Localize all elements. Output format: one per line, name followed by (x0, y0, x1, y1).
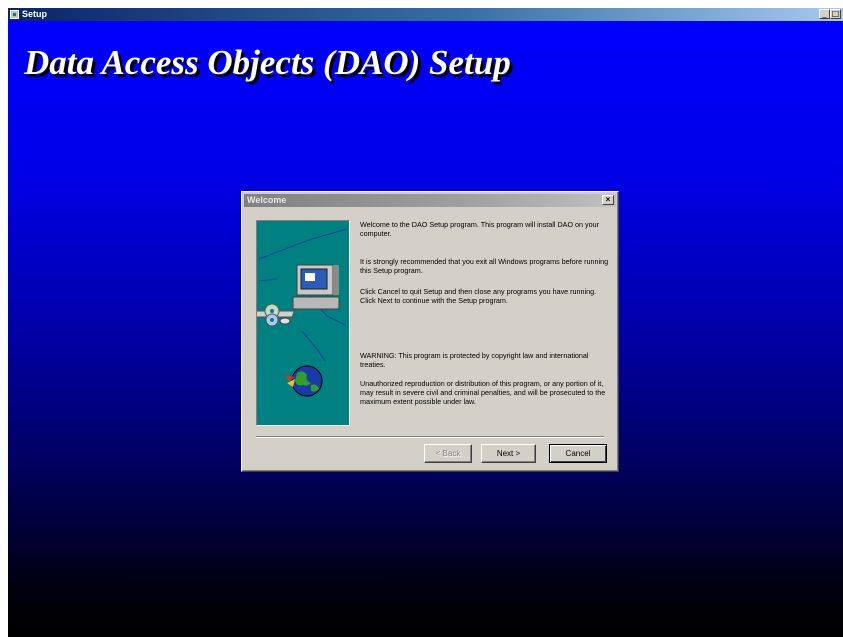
legal-paragraph: Unauthorized reproduction or distributio… (360, 379, 606, 406)
instructions-paragraph: Click Cancel to quit Setup and then clos… (360, 287, 597, 305)
recommend-paragraph: It is strongly recommended that you exit… (360, 257, 609, 275)
welcome-paragraph: Welcome to the DAO Setup program. This p… (360, 220, 600, 238)
next-button[interactable]: Next > (481, 444, 536, 463)
setup-window: Setup _ □ Data Access Objects (DAO) Setu… (8, 8, 843, 637)
warning-paragraph: WARNING: This program is protected by co… (360, 351, 589, 369)
dialog-close-button[interactable]: × (602, 195, 614, 205)
setup-side-panel (256, 220, 350, 426)
back-button[interactable]: < Back (424, 444, 472, 463)
minimize-button[interactable]: _ (819, 9, 830, 19)
dialog-titlebar[interactable]: Welcome × (244, 194, 616, 207)
dialog-separator (256, 436, 604, 438)
welcome-dialog: Welcome × Welcome to the DAO Setup progr… (241, 191, 619, 472)
window-titlebar[interactable]: Setup _ □ (8, 8, 843, 21)
setup-heading: Data Access Objects (DAO) Setup (24, 43, 511, 82)
window-title: Setup (22, 9, 48, 19)
setup-background: Data Access Objects (DAO) Setup Welcome … (8, 21, 843, 637)
cd-disc-icon (264, 303, 280, 327)
dialog-title: Welcome (247, 195, 287, 205)
restore-button[interactable]: □ (830, 9, 841, 19)
globe-icon (285, 365, 323, 397)
cancel-button[interactable]: Cancel (549, 444, 607, 463)
window-controls: _ □ (819, 9, 841, 19)
setup-app-icon[interactable] (10, 10, 19, 19)
